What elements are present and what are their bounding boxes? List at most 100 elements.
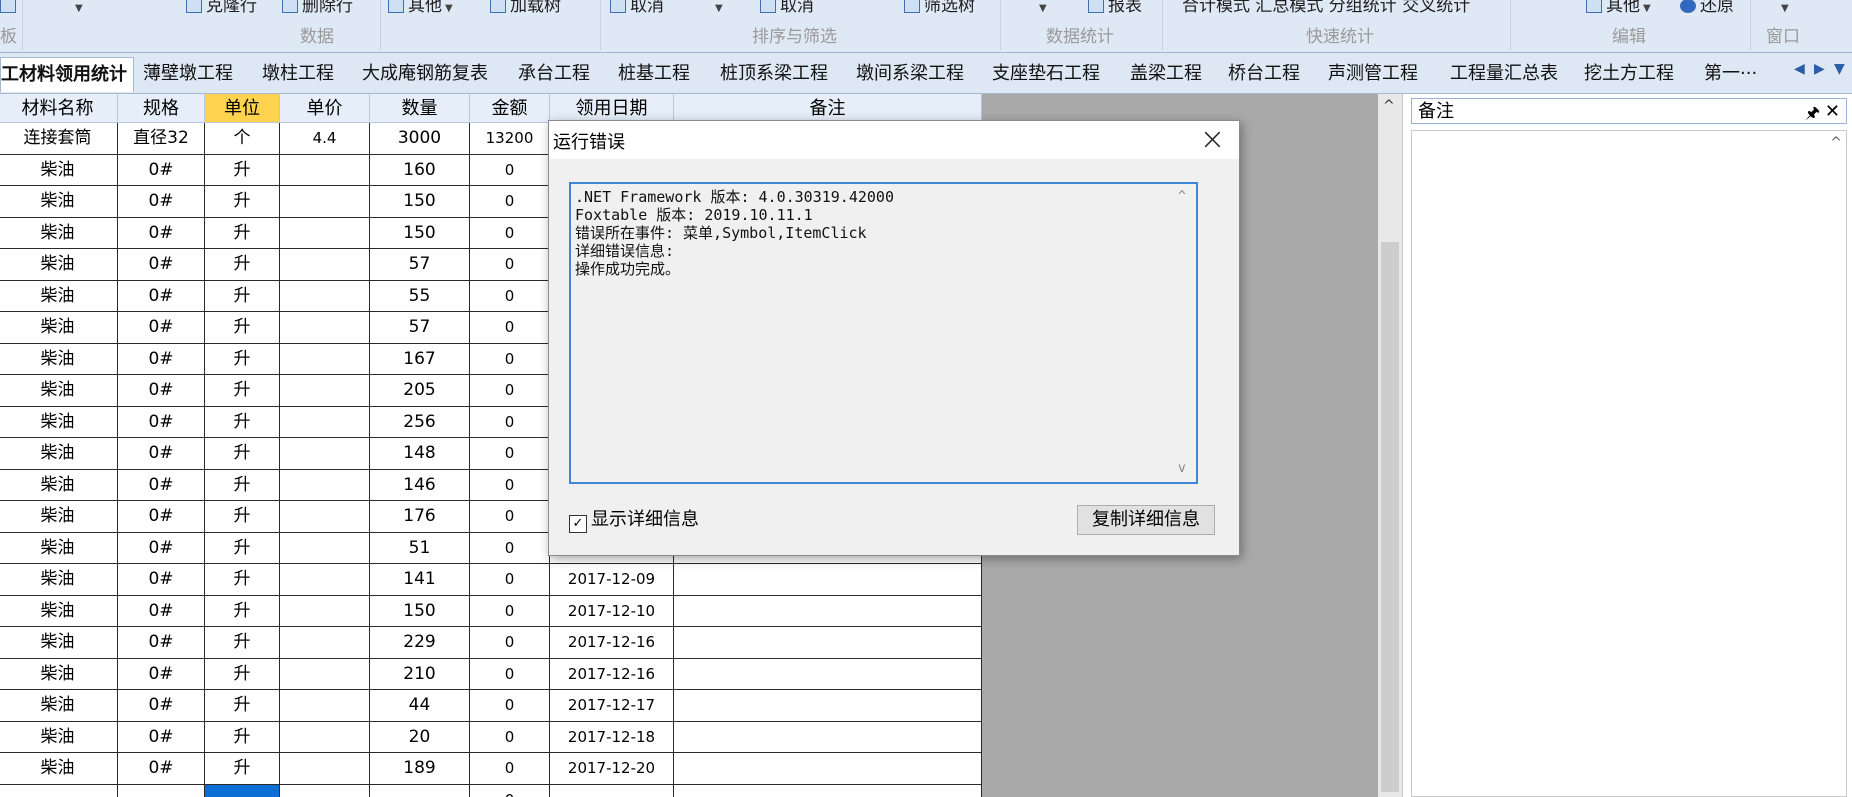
- column-header[interactable]: 单位: [205, 94, 280, 123]
- table-cell[interactable]: [280, 501, 370, 533]
- table-cell[interactable]: 0: [470, 375, 550, 407]
- sheet-tab[interactable]: 大成庵钢筋复表: [362, 59, 488, 89]
- table-cell[interactable]: 0#: [118, 312, 205, 344]
- sheet-tab[interactable]: 墩柱工程: [262, 59, 334, 89]
- table-cell[interactable]: 柴油: [0, 564, 118, 596]
- table-cell[interactable]: [280, 375, 370, 407]
- table-cell[interactable]: [280, 438, 370, 470]
- table-cell[interactable]: 升: [205, 343, 280, 375]
- table-cell[interactable]: 柴油: [0, 721, 118, 753]
- table-cell[interactable]: 升: [205, 627, 280, 659]
- details-scrollbar[interactable]: ^ v: [1174, 186, 1194, 480]
- table-cell[interactable]: [280, 280, 370, 312]
- table-cell[interactable]: 150: [370, 217, 470, 249]
- table-cell[interactable]: [674, 595, 982, 627]
- table-cell[interactable]: 4.4: [280, 123, 370, 155]
- table-cell[interactable]: [370, 784, 470, 797]
- table-cell[interactable]: 141: [370, 564, 470, 596]
- table-cell[interactable]: 0#: [118, 217, 205, 249]
- table-cell[interactable]: [280, 784, 370, 797]
- table-cell[interactable]: [280, 753, 370, 785]
- table-cell[interactable]: [674, 721, 982, 753]
- table-cell[interactable]: 229: [370, 627, 470, 659]
- table-cell[interactable]: 146: [370, 469, 470, 501]
- table-cell[interactable]: 升: [205, 154, 280, 186]
- table-cell[interactable]: 升: [205, 469, 280, 501]
- table-cell[interactable]: 150: [370, 186, 470, 218]
- table-cell[interactable]: [280, 564, 370, 596]
- table-cell[interactable]: [280, 154, 370, 186]
- table-cell[interactable]: 0#: [118, 658, 205, 690]
- table-cell[interactable]: 升: [205, 532, 280, 564]
- table-cell[interactable]: 升: [205, 658, 280, 690]
- table-cell[interactable]: [674, 564, 982, 596]
- table-cell[interactable]: [280, 532, 370, 564]
- table-cell[interactable]: [280, 658, 370, 690]
- table-cell[interactable]: 148: [370, 438, 470, 470]
- table-cell[interactable]: 柴油: [0, 658, 118, 690]
- table-cell[interactable]: 256: [370, 406, 470, 438]
- table-cell[interactable]: [0, 784, 118, 797]
- sheet-tab[interactable]: 第一···: [1704, 59, 1757, 89]
- sheet-tab[interactable]: 墩间系梁工程: [856, 59, 964, 89]
- table-row[interactable]: 柴油 0# 升 20 0 2017-12-18: [0, 721, 982, 753]
- column-header[interactable]: 数量: [370, 94, 470, 123]
- table-row[interactable]: 0: [0, 784, 982, 797]
- pin-icon[interactable]: 🖈︎: [1805, 100, 1820, 126]
- table-cell[interactable]: 升: [205, 595, 280, 627]
- ribbon-button[interactable]: 克隆行: [186, 0, 257, 18]
- table-cell[interactable]: 0#: [118, 532, 205, 564]
- table-cell[interactable]: 个: [205, 123, 280, 155]
- table-cell[interactable]: 0#: [118, 595, 205, 627]
- table-cell[interactable]: 柴油: [0, 753, 118, 785]
- column-header[interactable]: 备注: [674, 94, 982, 123]
- table-cell[interactable]: 0: [470, 406, 550, 438]
- table-cell[interactable]: 3000: [370, 123, 470, 155]
- table-cell[interactable]: 0: [470, 658, 550, 690]
- error-details-textbox[interactable]: .NET Framework 版本: 4.0.30319.42000 Foxta…: [569, 182, 1198, 484]
- table-cell[interactable]: 柴油: [0, 312, 118, 344]
- scroll-up-icon[interactable]: ^: [1178, 188, 1186, 206]
- table-cell[interactable]: 0: [470, 280, 550, 312]
- sheet-tab[interactable]: 承台工程: [518, 59, 590, 89]
- table-cell[interactable]: [280, 721, 370, 753]
- scroll-up-icon[interactable]: ^: [1830, 135, 1842, 151]
- table-cell[interactable]: 0: [470, 186, 550, 218]
- table-cell[interactable]: 升: [205, 564, 280, 596]
- table-cell[interactable]: 0: [470, 595, 550, 627]
- sheet-tab[interactable]: 支座垫石工程: [992, 59, 1100, 89]
- table-cell[interactable]: 44: [370, 690, 470, 722]
- table-cell[interactable]: 升: [205, 249, 280, 281]
- ribbon-button[interactable]: 其他 ▼: [1586, 0, 1651, 18]
- table-cell[interactable]: [674, 784, 982, 797]
- table-cell[interactable]: 连接套筒: [0, 123, 118, 155]
- close-icon[interactable]: ✕: [1825, 99, 1840, 125]
- table-cell[interactable]: 柴油: [0, 343, 118, 375]
- table-cell[interactable]: [280, 406, 370, 438]
- table-cell[interactable]: 150: [370, 595, 470, 627]
- table-cell[interactable]: 柴油: [0, 280, 118, 312]
- table-cell[interactable]: 0#: [118, 690, 205, 722]
- table-cell[interactable]: 51: [370, 532, 470, 564]
- table-cell[interactable]: [118, 784, 205, 797]
- table-cell[interactable]: 柴油: [0, 627, 118, 659]
- tab-scroll-left-icon[interactable]: ◀: [1794, 61, 1805, 77]
- table-cell[interactable]: 0#: [118, 753, 205, 785]
- table-cell[interactable]: 0#: [118, 249, 205, 281]
- table-cell[interactable]: [280, 595, 370, 627]
- table-cell[interactable]: 升: [205, 406, 280, 438]
- table-cell[interactable]: 2017-12-17: [550, 690, 674, 722]
- table-cell[interactable]: 167: [370, 343, 470, 375]
- ribbon-dropdown[interactable]: ▼: [1036, 0, 1047, 18]
- table-cell[interactable]: 柴油: [0, 406, 118, 438]
- table-cell[interactable]: 2017-12-18: [550, 721, 674, 753]
- table-cell[interactable]: 2017-12-16: [550, 627, 674, 659]
- ribbon-dropdown[interactable]: ▼: [72, 0, 83, 18]
- column-header[interactable]: 材料名称: [0, 94, 118, 123]
- column-header[interactable]: 领用日期: [550, 94, 674, 123]
- table-cell[interactable]: 2017-12-20: [550, 753, 674, 785]
- table-cell[interactable]: [280, 469, 370, 501]
- table-cell[interactable]: 176: [370, 501, 470, 533]
- table-cell[interactable]: 0#: [118, 501, 205, 533]
- table-row[interactable]: 柴油 0# 升 229 0 2017-12-16: [0, 627, 982, 659]
